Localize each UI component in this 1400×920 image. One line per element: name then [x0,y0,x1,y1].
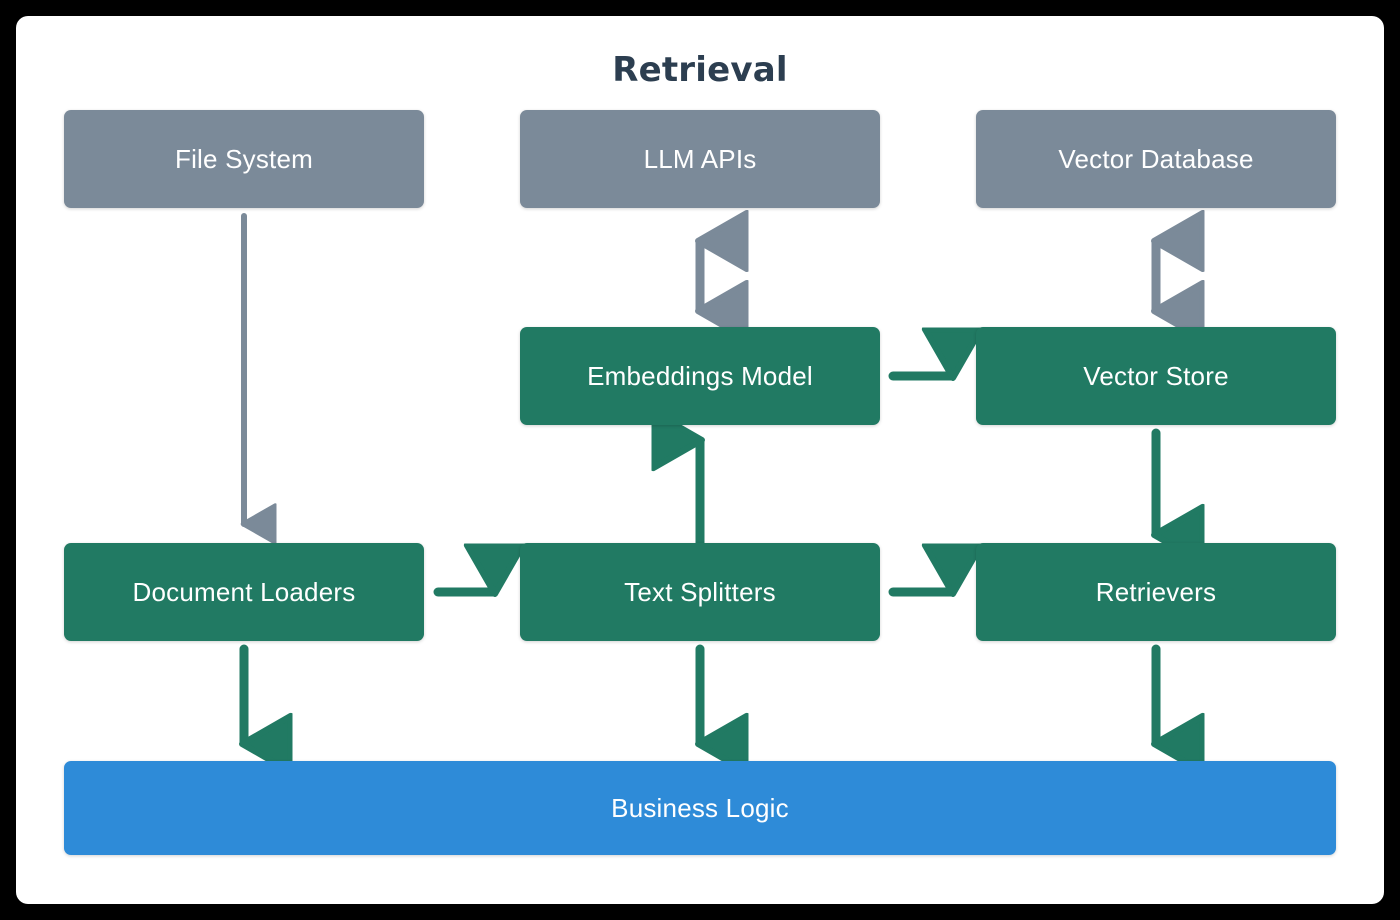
node-embeddings-model[interactable]: Embeddings Model [520,327,880,425]
node-llm-apis-label: LLM APIs [643,143,757,174]
node-vector-database[interactable]: Vector Database [976,110,1336,208]
node-vector-database-label: Vector Database [1058,143,1254,174]
diagram-card: Retrieval File System LLM APIs Vector Da… [16,16,1384,904]
diagram-title: Retrieval [612,50,788,90]
node-text-splitters[interactable]: Text Splitters [520,543,880,641]
node-document-loaders-label: Document Loaders [132,576,356,607]
node-text-splitters-label: Text Splitters [624,576,776,607]
node-vector-store-label: Vector Store [1083,360,1229,391]
retrieval-architecture-diagram: Retrieval File System LLM APIs Vector Da… [16,16,1384,904]
node-business-logic[interactable]: Business Logic [64,761,1336,855]
node-business-logic-label: Business Logic [611,792,789,823]
node-document-loaders[interactable]: Document Loaders [64,543,424,641]
node-retrievers[interactable]: Retrievers [976,543,1336,641]
node-llm-apis[interactable]: LLM APIs [520,110,880,208]
node-embeddings-model-label: Embeddings Model [587,360,813,391]
node-file-system[interactable]: File System [64,110,424,208]
node-retrievers-label: Retrievers [1095,576,1217,607]
screenshot-canvas: Retrieval File System LLM APIs Vector Da… [0,0,1400,920]
node-vector-store[interactable]: Vector Store [976,327,1336,425]
node-file-system-label: File System [174,143,313,174]
